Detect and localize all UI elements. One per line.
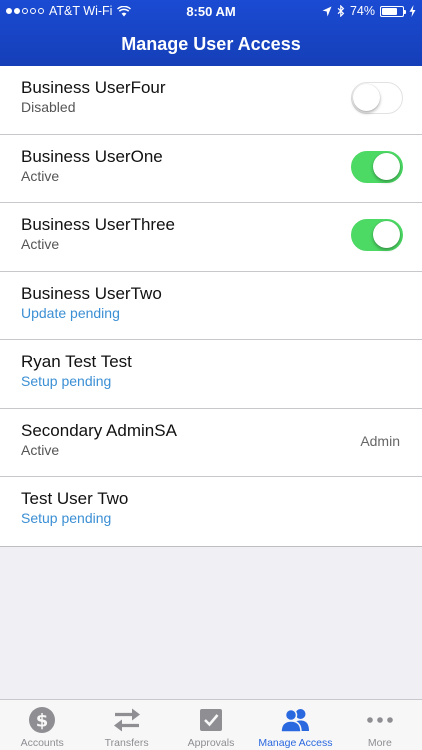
users-icon	[280, 708, 310, 733]
user-name: Business UserTwo	[21, 283, 162, 303]
header: AT&T Wi-Fi 8:50 AM 74% Manage User Acces…	[0, 0, 422, 66]
access-toggle[interactable]	[351, 82, 403, 114]
tab-transfers[interactable]: Transfers	[84, 700, 168, 750]
user-name: Ryan Test Test	[21, 352, 132, 371]
user-name: Business UserThree	[21, 215, 176, 234]
battery-percent: 74%	[349, 4, 375, 18]
user-row[interactable]: Business UserFour Disabled	[0, 66, 422, 135]
user-status: Setup pending	[21, 510, 112, 526]
tab-bar: $ Accounts Transfers Approvals Manage Ac…	[0, 699, 422, 750]
user-status: Active	[21, 167, 60, 184]
tab-label: Transfers	[104, 737, 149, 749]
tab-label: More	[367, 737, 392, 749]
user-status: Update pending	[21, 304, 120, 321]
tab-more[interactable]: More	[338, 700, 422, 750]
tab-label: Accounts	[20, 737, 64, 749]
tab-label: Manage Access	[258, 737, 333, 749]
access-toggle[interactable]	[351, 150, 403, 183]
user-row[interactable]: Secondary AdminSA Active Admin	[0, 409, 422, 477]
user-row[interactable]: Business UserTwo Update pending	[0, 272, 422, 340]
user-status: Active	[21, 236, 60, 252]
location-arrow-icon	[322, 6, 332, 16]
user-row[interactable]: Test User Two Setup pending	[0, 477, 422, 546]
user-row[interactable]: Ryan Test Test Setup pending	[0, 340, 422, 409]
user-row[interactable]: Business UserThree Active	[0, 203, 422, 272]
user-status: Setup pending	[21, 373, 112, 389]
user-name: Test User Two	[21, 489, 129, 508]
user-status: Active	[21, 441, 60, 458]
user-name: Secondary AdminSA	[21, 420, 177, 440]
more-dots-icon	[367, 717, 393, 723]
status-bar: AT&T Wi-Fi 8:50 AM 74%	[0, 0, 422, 22]
svg-text:$: $	[36, 711, 49, 732]
tab-manage-access[interactable]: Manage Access	[253, 700, 337, 750]
user-list: Business UserFour Disabled Business User…	[0, 66, 422, 547]
battery-icon	[380, 5, 406, 17]
checkbox-icon	[200, 709, 223, 731]
user-row[interactable]: Business UserOne Active	[0, 135, 422, 203]
transfer-arrows-icon	[113, 708, 140, 732]
tab-approvals[interactable]: Approvals	[169, 700, 253, 750]
charging-bolt-icon	[409, 5, 416, 17]
user-name: Business UserFour	[21, 78, 166, 97]
access-toggle[interactable]	[351, 219, 403, 251]
dollar-icon: $	[29, 707, 56, 733]
tab-label: Approvals	[187, 737, 235, 749]
user-name: Business UserOne	[21, 146, 163, 166]
status-right: 74%	[322, 4, 416, 18]
page-title: Manage User Access	[121, 34, 301, 54]
tab-accounts[interactable]: $ Accounts	[0, 700, 84, 750]
user-role-tag: Admin	[360, 432, 400, 449]
bluetooth-icon	[337, 5, 345, 17]
user-status: Disabled	[21, 99, 76, 115]
